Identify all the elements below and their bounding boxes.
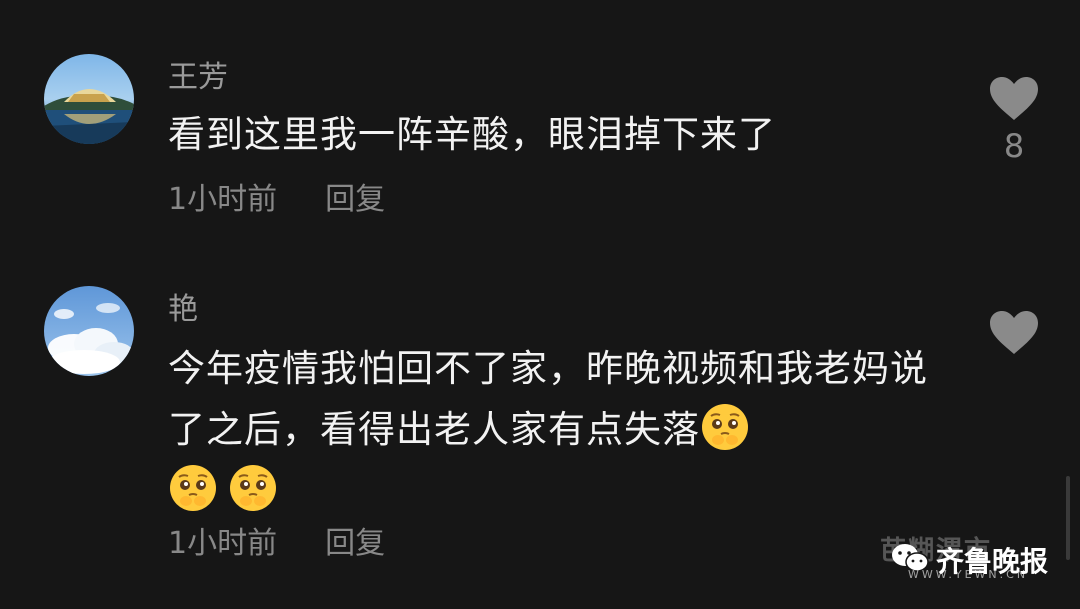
avatar[interactable] bbox=[44, 286, 134, 376]
reply-button[interactable]: 回复 bbox=[325, 526, 385, 561]
like-button[interactable] bbox=[985, 310, 1043, 356]
reply-button[interactable]: 回复 bbox=[325, 182, 385, 217]
comment-text: 今年疫情我怕回不了家，昨晚视频和我老妈说了之后，看得出老人家有点失落 bbox=[168, 338, 938, 521]
heart-icon bbox=[990, 311, 1038, 354]
pleading-face-emoji-icon bbox=[230, 465, 276, 511]
comment-item: 王芳 看到这里我一阵辛酸，眼泪掉下来了 1小时前 回复 8 bbox=[0, 0, 1080, 260]
comment-text-body: 今年疫情我怕回不了家，昨晚视频和我老妈说了之后，看得出老人家有点失落 bbox=[168, 347, 928, 451]
like-count: 8 bbox=[1003, 127, 1025, 165]
comment-timestamp: 1小时前 bbox=[168, 182, 278, 217]
comment-meta: 1小时前 回复 bbox=[168, 182, 385, 218]
avatar[interactable] bbox=[44, 54, 134, 144]
watermark-site-text: WWW.YEWN.CN bbox=[908, 568, 1029, 581]
comment-text: 看到这里我一阵辛酸，眼泪掉下来了 bbox=[168, 113, 776, 156]
watermark: 芭糊渭市 齐鲁晚报 WWW.YEWN.CN bbox=[880, 528, 1070, 588]
comment-meta: 1小时前 回复 bbox=[168, 526, 385, 562]
pleading-face-emoji-icon bbox=[702, 404, 748, 450]
landscape-photo-icon bbox=[44, 54, 134, 144]
pleading-face-emoji-icon bbox=[170, 465, 216, 511]
like-button[interactable]: 8 bbox=[985, 76, 1043, 166]
sky-clouds-icon bbox=[44, 286, 134, 376]
heart-icon bbox=[990, 77, 1038, 120]
comment-username[interactable]: 艳 bbox=[168, 292, 198, 328]
comment-username[interactable]: 王芳 bbox=[168, 60, 228, 96]
comment-timestamp: 1小时前 bbox=[168, 526, 278, 561]
